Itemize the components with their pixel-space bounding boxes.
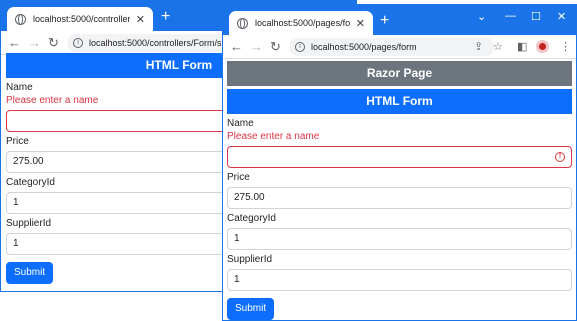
- browser-toolbar: ← → ↻ i localhost:5000/pages/form ⇪ ☆ ◧ …: [223, 35, 576, 59]
- share-icon[interactable]: ⇪: [474, 40, 483, 54]
- info-icon[interactable]: i: [295, 42, 305, 52]
- supplier-id-input[interactable]: 1: [227, 269, 572, 291]
- address-bar[interactable]: i localhost:5000/pages/form: [289, 38, 495, 56]
- name-error-message: Please enter a name: [227, 131, 320, 142]
- browser-tab[interactable]: localhost:5000/controllers/Form/ ✕: [7, 7, 153, 31]
- submit-button[interactable]: Submit: [6, 262, 54, 284]
- minimize-icon[interactable]: —: [505, 10, 516, 22]
- close-icon[interactable]: ✕: [356, 17, 365, 30]
- category-id-label: CategoryId: [227, 213, 276, 224]
- address-url[interactable]: localhost:5000/controllers/Form/sub: [89, 38, 232, 48]
- star-icon[interactable]: ☆: [493, 40, 503, 54]
- razor-page-banner: Razor Page: [227, 61, 572, 86]
- name-input[interactable]: !: [227, 146, 572, 168]
- kebab-menu-icon[interactable]: ⋮: [560, 40, 571, 54]
- plus-icon[interactable]: +: [161, 7, 170, 27]
- price-input[interactable]: 275.00: [227, 187, 572, 209]
- browser-window-front[interactable]: localhost:5000/pages/form ✕ + ⌄ — ☐ ✕ ← …: [222, 4, 577, 321]
- maximize-icon[interactable]: ☐: [531, 10, 541, 23]
- browser-tab[interactable]: localhost:5000/pages/form ✕: [229, 11, 373, 35]
- arrow-right-icon[interactable]: →: [28, 35, 41, 51]
- category-id-input[interactable]: 1: [227, 228, 572, 250]
- price-label: Price: [227, 172, 250, 183]
- tab-strip: localhost:5000/pages/form ✕ + ⌄ — ☐ ✕: [223, 5, 576, 35]
- globe-icon: [237, 17, 248, 29]
- reload-icon[interactable]: ↻: [48, 35, 59, 51]
- info-icon[interactable]: i: [73, 38, 83, 48]
- globe-icon: [15, 13, 26, 25]
- window-close-icon[interactable]: ✕: [557, 10, 566, 23]
- close-icon[interactable]: ✕: [136, 13, 145, 26]
- error-icon: !: [555, 152, 565, 162]
- reload-icon[interactable]: ↻: [270, 39, 281, 55]
- arrow-left-icon[interactable]: ←: [8, 35, 21, 51]
- plus-icon[interactable]: +: [380, 11, 389, 31]
- side-panel-icon[interactable]: ◧: [517, 40, 527, 54]
- address-url[interactable]: localhost:5000/pages/form: [311, 42, 417, 52]
- tab-title: localhost:5000/pages/form: [255, 18, 350, 28]
- profile-icon[interactable]: [536, 40, 549, 53]
- name-label: Name: [227, 118, 254, 129]
- submit-button[interactable]: Submit: [227, 298, 275, 320]
- page-content: Razor Page HTML Form Name Please enter a…: [227, 61, 572, 320]
- chevron-down-icon[interactable]: ⌄: [477, 10, 486, 23]
- arrow-left-icon[interactable]: ←: [230, 39, 243, 55]
- page-heading: HTML Form: [227, 89, 572, 114]
- arrow-right-icon[interactable]: →: [250, 39, 263, 55]
- tab-title: localhost:5000/controllers/Form/: [33, 14, 130, 24]
- supplier-id-label: SupplierId: [227, 254, 273, 265]
